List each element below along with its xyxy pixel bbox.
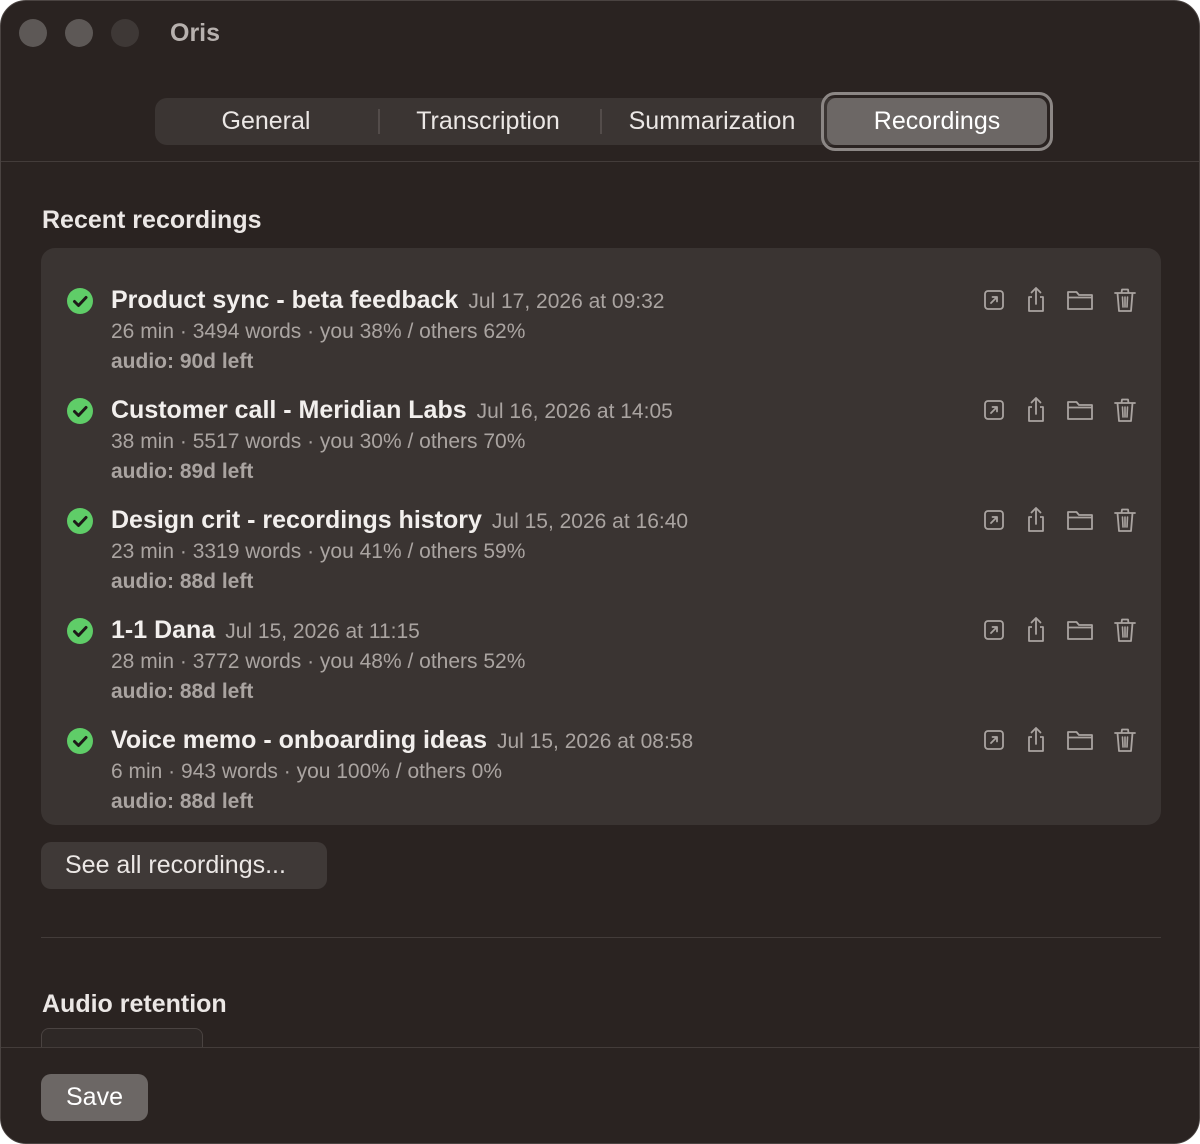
recording-row: Customer call - Meridian Labs Jul 16, 202… [41, 372, 1161, 483]
header-divider [1, 161, 1199, 162]
recording-date: Jul 16, 2026 at 14:05 [476, 400, 673, 423]
tab-summarization[interactable]: Summarization [601, 98, 823, 145]
recording-title-line: 1-1 Dana Jul 15, 2026 at 11:15 [111, 616, 420, 645]
share-icon[interactable] [1022, 286, 1050, 314]
share-icon[interactable] [1022, 726, 1050, 754]
check-circle-icon [67, 288, 93, 314]
recording-date: Jul 15, 2026 at 11:15 [225, 620, 420, 643]
recording-title: Voice memo - onboarding ideas [111, 726, 487, 754]
check-circle-icon [67, 728, 93, 754]
recording-row: Voice memo - onboarding ideas Jul 15, 202… [41, 702, 1161, 813]
recording-title-line: Design crit - recordings history Jul 15, … [111, 506, 688, 535]
recent-recordings-heading: Recent recordings [42, 206, 262, 234]
recording-stats: 6 min · 943 words · you 100% / others 0% [111, 760, 503, 783]
recording-title-line: Product sync - beta feedback Jul 17, 2026… [111, 286, 665, 315]
trash-icon[interactable] [1111, 396, 1139, 424]
share-icon[interactable] [1022, 396, 1050, 424]
zoom-window-button[interactable] [111, 19, 139, 47]
recording-row: Design crit - recordings history Jul 15, … [41, 482, 1161, 593]
recording-stats: 23 min · 3319 words · you 41% / others 5… [111, 540, 526, 563]
open-external-icon[interactable] [980, 286, 1008, 314]
recording-stats: 26 min · 3494 words · you 38% / others 6… [111, 320, 526, 343]
recording-title: Design crit - recordings history [111, 506, 482, 534]
recording-title: Customer call - Meridian Labs [111, 396, 467, 424]
trash-icon[interactable] [1111, 506, 1139, 534]
folder-icon[interactable] [1065, 396, 1095, 424]
folder-icon[interactable] [1065, 726, 1095, 754]
share-icon[interactable] [1022, 506, 1050, 534]
recording-audio-retention: audio: 88d left [111, 680, 254, 703]
recordings-list: Product sync - beta feedback Jul 17, 2026… [41, 248, 1161, 825]
check-circle-icon [67, 398, 93, 424]
settings-window: Oris General Transcription Summarization… [0, 0, 1200, 1144]
recording-date: Jul 17, 2026 at 09:32 [468, 290, 665, 313]
share-icon[interactable] [1022, 616, 1050, 644]
folder-icon[interactable] [1065, 286, 1095, 314]
tab-transcription[interactable]: Transcription [377, 98, 599, 145]
section-divider [41, 937, 1161, 938]
recording-title: 1-1 Dana [111, 616, 216, 644]
title-bar: Oris [1, 1, 1199, 65]
recording-audio-retention: audio: 90d left [111, 350, 254, 373]
window-title: Oris [170, 19, 221, 47]
audio-retention-heading: Audio retention [42, 990, 227, 1018]
footer-bar: Save [1, 1047, 1199, 1143]
open-external-icon[interactable] [980, 726, 1008, 754]
recording-audio-retention: audio: 88d left [111, 790, 254, 813]
recording-title: Product sync - beta feedback [111, 286, 459, 314]
recording-date: Jul 15, 2026 at 16:40 [491, 510, 689, 533]
save-button[interactable]: Save [41, 1074, 148, 1121]
recording-title-line: Customer call - Meridian Labs Jul 16, 202… [111, 396, 673, 425]
close-window-button[interactable] [19, 19, 47, 47]
recording-stats: 28 min · 3772 words · you 48% / others 5… [111, 650, 526, 673]
recording-row: Product sync - beta feedback Jul 17, 2026… [41, 262, 1161, 373]
recording-stats: 38 min · 5517 words · you 30% / others 7… [111, 430, 526, 453]
recording-audio-retention: audio: 89d left [111, 460, 254, 483]
recording-date: Jul 15, 2026 at 08:58 [497, 730, 694, 753]
tab-recordings-label: Recordings [827, 98, 1047, 145]
open-external-icon[interactable] [980, 506, 1008, 534]
minimize-window-button[interactable] [65, 19, 93, 47]
trash-icon[interactable] [1111, 286, 1139, 314]
open-external-icon[interactable] [980, 396, 1008, 424]
trash-icon[interactable] [1111, 616, 1139, 644]
tab-general[interactable]: General [155, 98, 377, 145]
recording-audio-retention: audio: 88d left [111, 570, 254, 593]
recording-row: 1-1 Dana Jul 15, 2026 at 11:15 28 min · 3… [41, 592, 1161, 703]
settings-tabs: General Transcription Summarization Reco… [155, 92, 1053, 151]
check-circle-icon [67, 508, 93, 534]
tab-recordings[interactable]: Recordings [821, 92, 1053, 151]
folder-icon[interactable] [1065, 506, 1095, 534]
folder-icon[interactable] [1065, 616, 1095, 644]
open-external-icon[interactable] [980, 616, 1008, 644]
check-circle-icon [67, 618, 93, 644]
recording-title-line: Voice memo - onboarding ideas Jul 15, 202… [111, 726, 693, 755]
see-all-recordings-button[interactable]: See all recordings... [41, 842, 327, 889]
trash-icon[interactable] [1111, 726, 1139, 754]
